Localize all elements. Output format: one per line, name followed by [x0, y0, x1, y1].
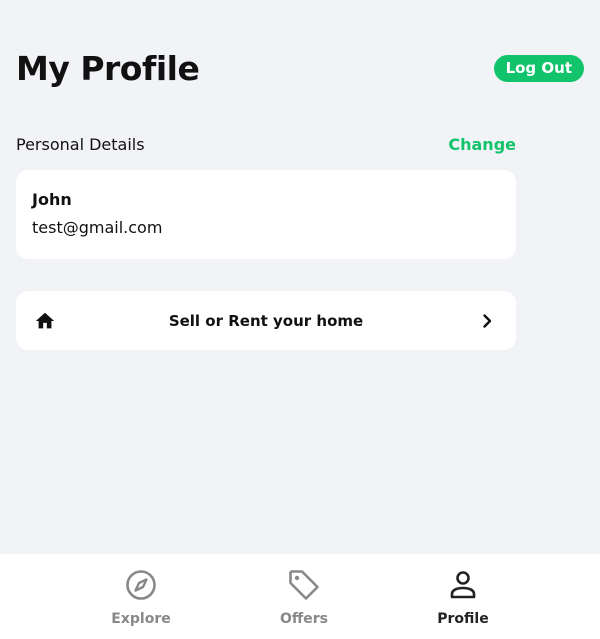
sell-or-rent-label: Sell or Rent your home — [168, 311, 364, 330]
bottom-nav: Explore Offers Profile — [0, 554, 600, 639]
nav-label-profile: Profile — [437, 611, 489, 627]
compass-icon — [124, 568, 158, 602]
nav-label-explore: Explore — [111, 611, 171, 627]
personal-details-header: Personal Details Change — [16, 133, 516, 155]
logout-button[interactable]: Log Out — [493, 54, 584, 82]
nav-item-profile[interactable]: Profile — [408, 568, 518, 627]
page-title: My Profile — [16, 48, 200, 88]
home-icon — [34, 310, 56, 332]
chevron-right-icon — [476, 310, 498, 332]
nav-item-offers[interactable]: Offers — [249, 568, 359, 627]
change-link[interactable]: Change — [448, 135, 516, 154]
section-title: Personal Details — [16, 134, 145, 154]
header: My Profile Log Out — [16, 46, 584, 90]
sell-or-rent-button[interactable]: Sell or Rent your home — [16, 291, 516, 350]
tag-icon — [287, 568, 321, 602]
user-email: test@gmail.com — [32, 218, 163, 237]
user-name: John — [32, 190, 72, 209]
personal-details-card: John test@gmail.com — [16, 170, 516, 259]
nav-item-explore[interactable]: Explore — [86, 568, 196, 627]
profile-screen: My Profile Log Out Personal Details Chan… — [0, 0, 600, 639]
nav-label-offers: Offers — [280, 611, 328, 627]
person-icon — [446, 568, 480, 602]
